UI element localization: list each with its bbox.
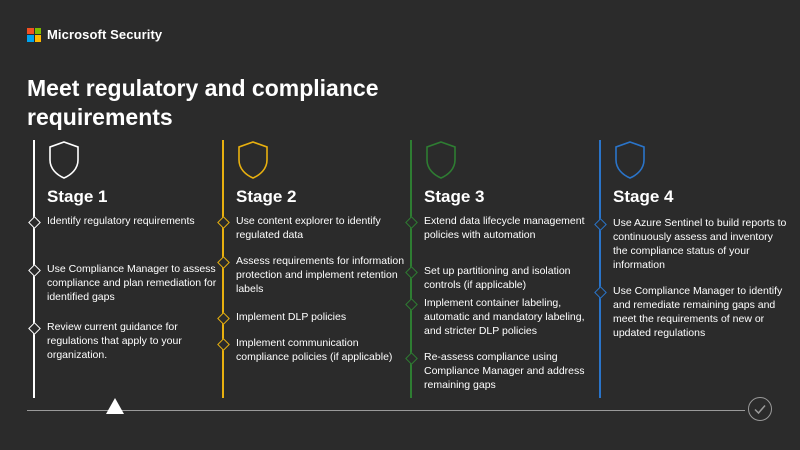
start-triangle-icon <box>106 398 124 414</box>
stage-item: Implement container labeling, automatic … <box>405 296 600 338</box>
checkmark-icon <box>754 405 766 415</box>
stage-title: Stage 2 <box>236 187 297 206</box>
stage-item: Implement DLP policies <box>217 310 412 325</box>
stage-1-column: Stage 1 Identify regulatory requirements… <box>28 140 216 400</box>
stage-title: Stage 4 <box>613 187 674 206</box>
microsoft-logo-icon <box>27 27 41 42</box>
stage-item: Use content explorer to identify regulat… <box>217 214 412 242</box>
diamond-marker-icon <box>28 322 41 335</box>
stage-item: Use Azure Sentinel to build reports to c… <box>594 216 789 272</box>
stage-item: Review current guidance for regulations … <box>28 320 223 362</box>
stage-item: Assess requirements for information prot… <box>217 254 412 296</box>
stage-item: Re-assess compliance using Compliance Ma… <box>405 350 600 392</box>
stage-item: Use Compliance Manager to identify and r… <box>594 284 789 340</box>
diamond-marker-icon <box>28 264 41 277</box>
stage-item: Extend data lifecycle management policie… <box>405 214 600 242</box>
stage-3-column: Stage 3 Extend data lifecycle management… <box>405 140 590 400</box>
stage-title: Stage 3 <box>424 187 485 206</box>
shield-icon <box>238 141 268 179</box>
stage-item: Implement communication compliance polic… <box>217 336 412 364</box>
stage-item: Set up partitioning and isolation contro… <box>405 264 600 292</box>
stage-item: Use Compliance Manager to assess complia… <box>28 262 223 304</box>
stage-2-column: Stage 2 Use content explorer to identify… <box>217 140 404 400</box>
timeline-baseline <box>27 410 745 411</box>
stage-4-timeline-line <box>599 140 601 398</box>
brand-name: Microsoft Security <box>47 27 163 42</box>
shield-icon <box>426 141 456 179</box>
stage-title: Stage 1 <box>47 187 108 206</box>
diamond-marker-icon <box>28 216 41 229</box>
stage-item: Identify regulatory requirements <box>28 214 223 229</box>
shield-icon <box>49 141 79 179</box>
page-title: Meet regulatory and compliance requireme… <box>27 75 379 130</box>
diamond-marker-icon <box>405 298 418 311</box>
stage-4-column: Stage 4 Use Azure Sentinel to build repo… <box>594 140 786 400</box>
brand-header: Microsoft Security <box>27 27 162 42</box>
shield-icon <box>615 141 645 179</box>
checkmark-circle-icon <box>748 397 772 421</box>
